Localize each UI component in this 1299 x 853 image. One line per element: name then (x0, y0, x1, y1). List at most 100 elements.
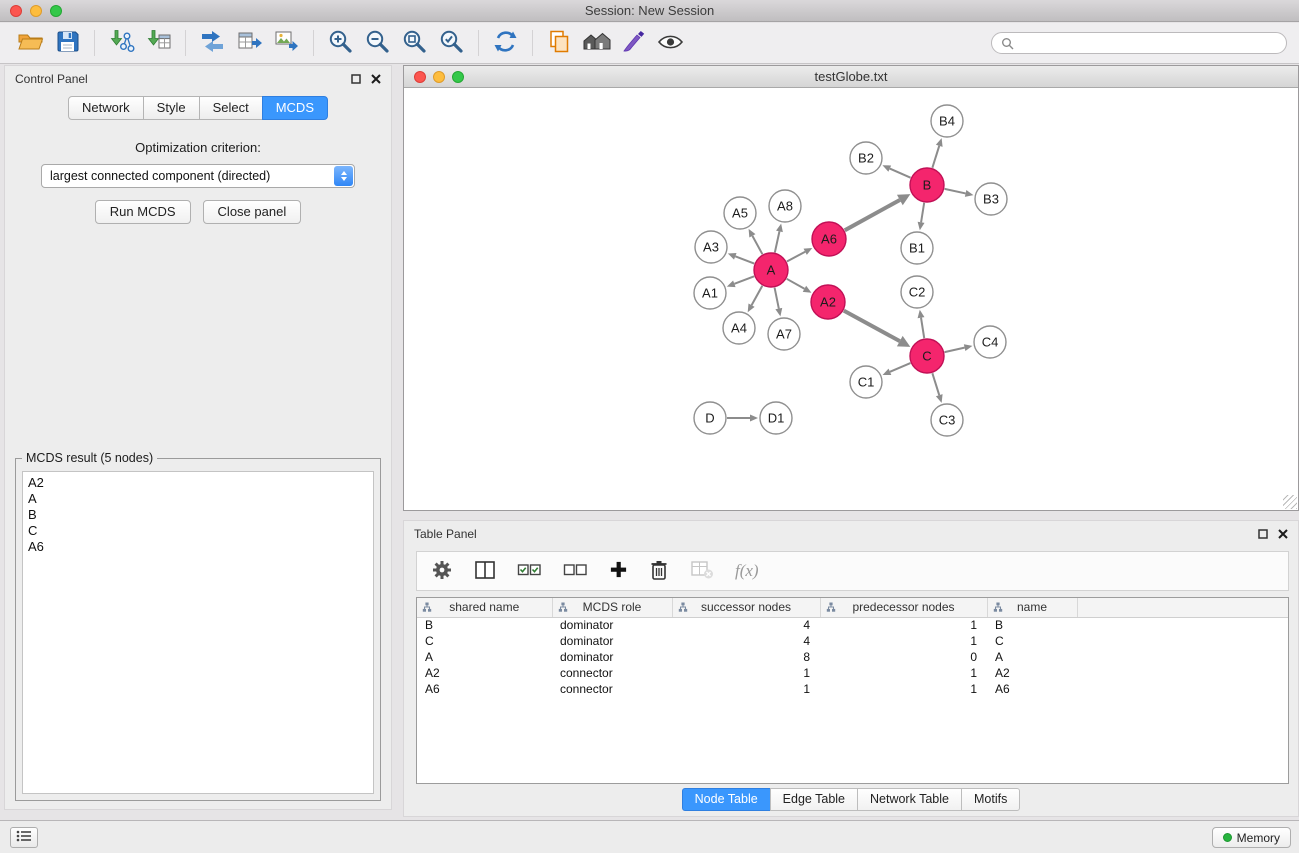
search-input[interactable] (1019, 36, 1277, 50)
graph-edge-A-A3[interactable] (735, 256, 754, 263)
resize-grip[interactable] (1283, 495, 1297, 509)
cell-MCDS-role[interactable]: connector (552, 681, 672, 697)
graph-edge-A-A2[interactable] (787, 279, 805, 289)
add-column-button[interactable] (609, 560, 628, 582)
export-image-button[interactable] (268, 26, 305, 60)
cell-MCDS-role[interactable]: dominator (552, 617, 672, 633)
minimize-window-button[interactable] (30, 5, 42, 17)
minimize-network-window-button[interactable] (433, 71, 445, 83)
task-history-button[interactable] (10, 827, 38, 848)
graph-edge-B-B2[interactable] (890, 169, 911, 178)
zoom-selected-button[interactable] (433, 26, 470, 60)
tab-network-table[interactable]: Network Table (857, 788, 962, 811)
graph-edge-C-C1[interactable] (890, 363, 911, 372)
cell-MCDS-role[interactable]: dominator (552, 649, 672, 665)
float-panel-icon[interactable] (351, 74, 361, 84)
graph-edge-A-A4[interactable] (752, 286, 763, 305)
graph-edge-B-B4[interactable] (932, 146, 939, 168)
graph-edge-C-C3[interactable] (932, 373, 939, 395)
result-item[interactable]: A6 (28, 539, 368, 555)
toggle-visibility-button[interactable] (652, 26, 689, 60)
result-item[interactable]: B (28, 507, 368, 523)
tab-edge-table[interactable]: Edge Table (770, 788, 858, 811)
tab-motifs[interactable]: Motifs (961, 788, 1020, 811)
cell-shared-name[interactable]: A6 (417, 681, 552, 697)
graph-edge-A-A5[interactable] (752, 236, 762, 254)
save-session-button[interactable] (49, 26, 86, 60)
result-item[interactable]: A (28, 491, 368, 507)
cell-shared-name[interactable]: A (417, 649, 552, 665)
search-box[interactable] (991, 32, 1287, 54)
apply-style-button[interactable] (615, 26, 652, 60)
cell-name[interactable]: A (987, 649, 1077, 665)
import-table-button[interactable] (140, 26, 177, 60)
column-header-predecessor-nodes[interactable]: predecessor nodes (820, 598, 987, 617)
cell-MCDS-role[interactable]: connector (552, 665, 672, 681)
cell-name[interactable]: A6 (987, 681, 1077, 697)
cell-shared-name[interactable]: A2 (417, 665, 552, 681)
export-network-button[interactable] (194, 26, 231, 60)
cell-shared-name[interactable]: C (417, 633, 552, 649)
column-header-successor-nodes[interactable]: successor nodes (672, 598, 820, 617)
zoom-out-button[interactable] (359, 26, 396, 60)
cell-name[interactable]: B (987, 617, 1077, 633)
cell-name[interactable]: A2 (987, 665, 1077, 681)
maximize-network-window-button[interactable] (452, 71, 464, 83)
delete-column-button[interactable] (649, 559, 669, 584)
zoom-in-button[interactable] (322, 26, 359, 60)
fullscreen-window-button[interactable] (50, 5, 62, 17)
cell-predecessor-nodes[interactable]: 1 (820, 681, 987, 697)
graph-edge-A6-B[interactable] (845, 200, 900, 230)
tab-network[interactable]: Network (68, 96, 144, 120)
mcds-result-list[interactable]: A2ABCA6 (22, 471, 374, 794)
cell-name[interactable]: C (987, 633, 1077, 649)
optimization-dropdown[interactable]: largest connected component (directed) (41, 164, 355, 188)
duplicate-network-button[interactable] (541, 26, 578, 60)
graph-edge-C-C4[interactable] (945, 348, 965, 352)
table-row[interactable]: Bdominator41B (417, 617, 1288, 633)
tab-node-table[interactable]: Node Table (682, 788, 771, 811)
float-panel-icon[interactable] (1258, 529, 1268, 539)
close-network-window-button[interactable] (414, 71, 426, 83)
column-header-mcds-role[interactable]: MCDS role (552, 598, 672, 617)
cell-MCDS-role[interactable]: dominator (552, 633, 672, 649)
deselect-all-button[interactable] (563, 561, 588, 582)
select-all-button[interactable] (517, 561, 542, 582)
cell-successor-nodes[interactable]: 8 (672, 649, 820, 665)
graph-edge-B-B3[interactable] (945, 189, 966, 194)
cell-successor-nodes[interactable]: 4 (672, 633, 820, 649)
close-panel-icon[interactable] (371, 74, 381, 84)
cell-predecessor-nodes[interactable]: 1 (820, 665, 987, 681)
tab-select[interactable]: Select (199, 96, 263, 120)
result-item[interactable]: C (28, 523, 368, 539)
table-row[interactable]: A6connector11A6 (417, 681, 1288, 697)
network-canvas[interactable]: B4B2BB3A8A5A6A3B1AC2A1A2A4A7C4CC1DD1C3 (404, 89, 1298, 510)
graph-edge-A-A8[interactable] (775, 231, 780, 252)
cell-successor-nodes[interactable]: 4 (672, 617, 820, 633)
cell-successor-nodes[interactable]: 1 (672, 665, 820, 681)
tab-style[interactable]: Style (143, 96, 200, 120)
table-settings-button[interactable] (431, 559, 453, 584)
cell-predecessor-nodes[interactable]: 1 (820, 617, 987, 633)
network-home-button[interactable] (578, 26, 615, 60)
open-session-button[interactable] (12, 26, 49, 60)
cell-predecessor-nodes[interactable]: 1 (820, 633, 987, 649)
show-columns-button[interactable] (474, 560, 496, 583)
table-row[interactable]: Adominator80A (417, 649, 1288, 665)
cell-predecessor-nodes[interactable]: 0 (820, 649, 987, 665)
column-header-name[interactable]: name (987, 598, 1077, 617)
cell-successor-nodes[interactable]: 1 (672, 681, 820, 697)
export-table-button[interactable] (231, 26, 268, 60)
import-network-button[interactable] (103, 26, 140, 60)
zoom-fit-button[interactable] (396, 26, 433, 60)
graph-edge-C-C2[interactable] (921, 318, 924, 339)
graph-edge-A-A6[interactable] (787, 252, 805, 262)
tab-mcds[interactable]: MCDS (262, 96, 328, 120)
function-builder-button[interactable]: f(x) (735, 561, 759, 581)
close-panel-icon[interactable] (1278, 529, 1288, 539)
apply-layout-button[interactable] (487, 26, 524, 60)
graph-edge-B-B1[interactable] (921, 203, 924, 223)
close-mcds-panel-button[interactable]: Close panel (203, 200, 302, 224)
graph-edge-A-A7[interactable] (775, 288, 779, 309)
close-window-button[interactable] (10, 5, 22, 17)
